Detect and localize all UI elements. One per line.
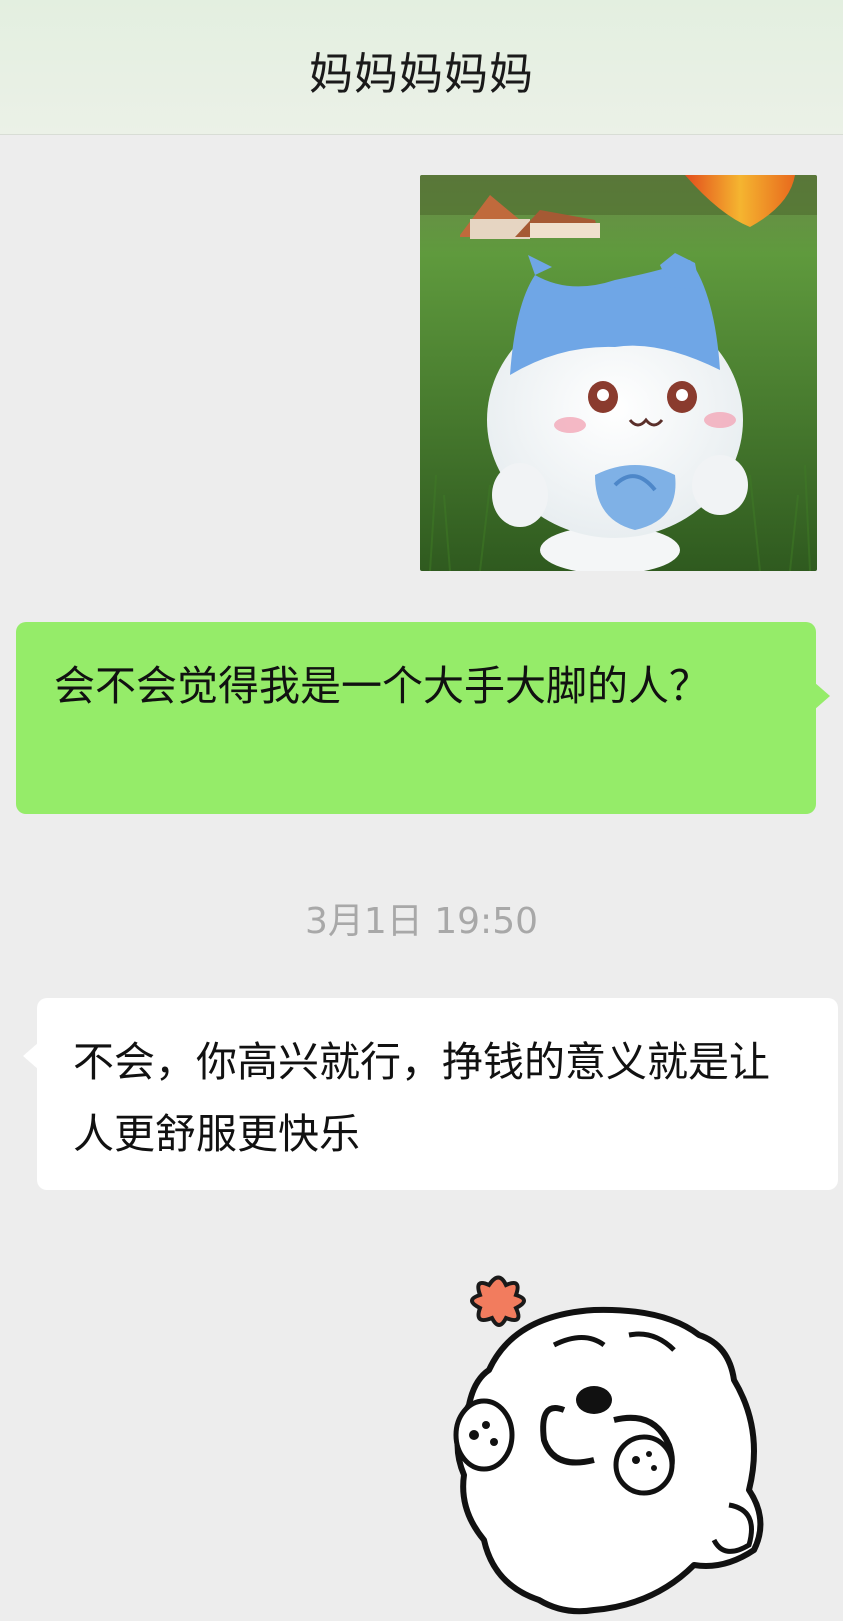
message-timestamp: 3月1日 19:50: [305, 901, 538, 942]
outgoing-message-bubble[interactable]: 会不会觉得我是一个大手大脚的人？: [16, 622, 830, 814]
outgoing-photo-message[interactable]: [420, 175, 817, 571]
chat-title[interactable]: 妈妈妈妈妈: [0, 38, 843, 102]
bubble-tail: [23, 1042, 39, 1070]
incoming-message-text: 不会，你高兴就行，挣钱的意义就是让人更舒服更快乐: [73, 1038, 770, 1158]
plush-toy-photo-icon: [420, 175, 817, 571]
outgoing-sticker-message[interactable]: [444, 1270, 794, 1617]
white-bear-sticker-icon: [453, 1275, 764, 1615]
chat-header: 妈妈妈妈妈: [0, 0, 843, 135]
bubble-tail: [814, 682, 830, 710]
outgoing-message-text: 会不会觉得我是一个大手大脚的人？: [54, 662, 710, 710]
incoming-message-bubble[interactable]: 不会，你高兴就行，挣钱的意义就是让人更舒服更快乐: [23, 998, 838, 1190]
